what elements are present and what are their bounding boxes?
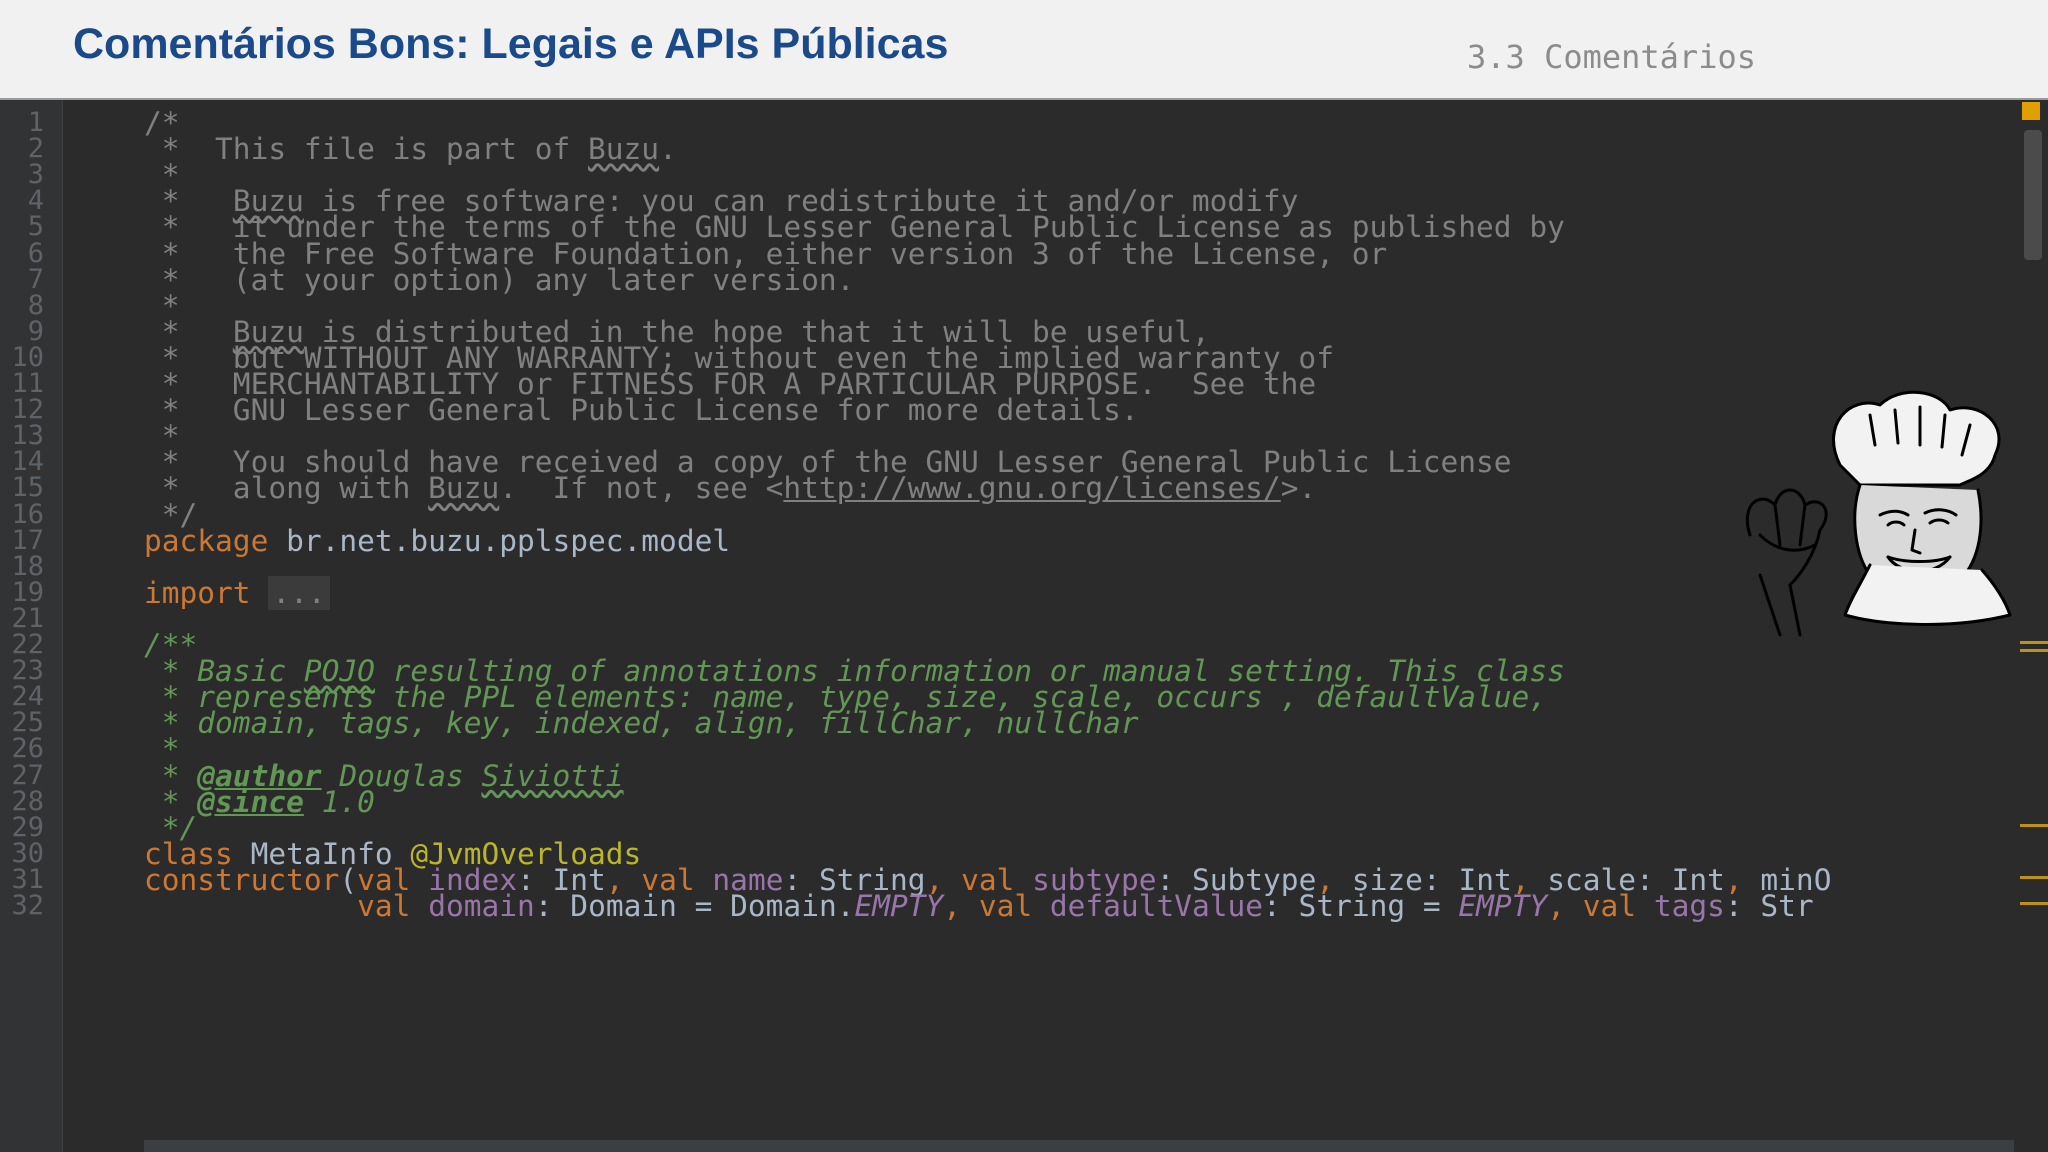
code-token: : Str	[1724, 889, 1814, 923]
error-stripe-marker[interactable]	[2020, 902, 2048, 905]
code-line[interactable]: 32 val domain: Domain = Domain.EMPTY, va…	[0, 889, 2048, 923]
code-token: EMPTY	[1458, 889, 1548, 923]
code-editor[interactable]: 1/* 2 * This file is part of Buzu. 3 * 4 * …	[0, 100, 2048, 1152]
slide-title: Comentários Bons: Legais e APIs Públicas	[73, 20, 949, 68]
chef-meme-illustration	[1745, 390, 2012, 637]
code-token: : String =	[1263, 889, 1459, 923]
code-token: defaultValue	[1049, 889, 1264, 923]
code-token: tags	[1653, 889, 1725, 923]
error-stripe-marker[interactable]	[2020, 649, 2048, 652]
code-token: val	[978, 889, 1033, 923]
code-text[interactable]: val domain: Domain = Domain.EMPTY, val d…	[144, 889, 1814, 923]
section-label: 3.3 Comentários	[1467, 38, 1756, 76]
code-token: ,	[943, 889, 979, 923]
slide-header: Comentários Bons: Legais e APIs Públicas…	[0, 0, 2048, 100]
code-token: EMPTY	[854, 889, 944, 923]
code-token: : Domain = Domain.	[534, 889, 855, 923]
horizontal-scrollbar[interactable]	[144, 1140, 2014, 1152]
code-token: val	[357, 889, 411, 923]
code-token: ,	[1547, 889, 1583, 923]
line-number: 32	[11, 890, 44, 921]
code-token: domain	[428, 889, 535, 923]
scroll-thumb[interactable]	[2024, 130, 2042, 260]
inspection-status-icon[interactable]	[2022, 102, 2040, 120]
error-stripe-marker[interactable]	[2020, 824, 2048, 827]
error-stripe-marker[interactable]	[2020, 876, 2048, 879]
code-token: val	[1582, 889, 1637, 923]
